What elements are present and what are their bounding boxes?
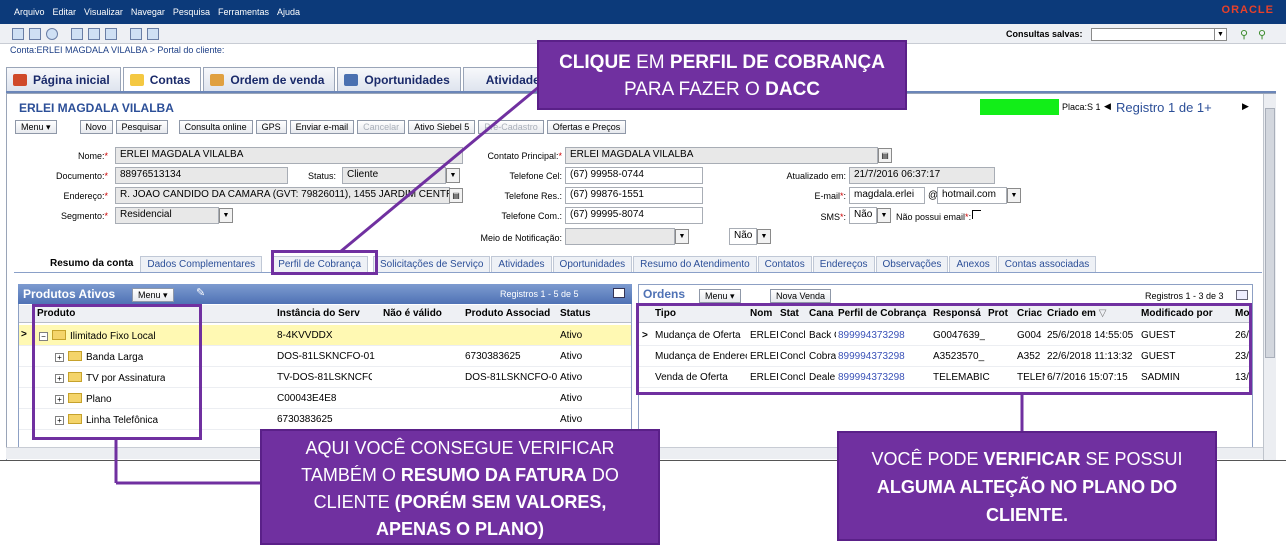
callout-text: SE POSSUI: [1080, 449, 1183, 469]
callout-resumo-fatura: AQUI VOCÊ CONSEGUE VERIFICAR TAMBÉM O RE…: [260, 429, 660, 545]
callout-text: EM: [630, 52, 670, 73]
callout-line: VOCÊ PODE VERIFICAR SE POSSUI: [839, 445, 1215, 473]
callout-text: VERIFICAR: [983, 449, 1081, 469]
callout-line: ALGUMA ALTEÇÃO NO PLANO DO: [839, 473, 1215, 501]
callout-perfil-cobranca: CLIQUE EM PERFIL DE COBRANÇA PARA FAZER …: [537, 40, 907, 110]
callout-text: (PORÉM SEM VALORES,: [394, 492, 607, 512]
callout-line: CLIENTE (PORÉM SEM VALORES,: [262, 489, 658, 516]
callout-text: PARA FAZER O: [623, 79, 766, 100]
callout-line: TAMBÉM O RESUMO DA FATURA DO: [262, 462, 658, 489]
callout-text: RESUMO DA FATURA: [400, 465, 587, 485]
callout-text: TAMBÉM O: [301, 465, 401, 485]
callout-line: APENAS O PLANO): [262, 516, 658, 543]
callout-line: CLIENTE.: [839, 501, 1215, 529]
connector-line-1: [339, 84, 541, 254]
callout-text: DACC: [765, 79, 821, 100]
callout-text: ALGUMA ALTEÇÃO NO PLANO DO: [876, 477, 1178, 497]
callout-line: CLIQUE EM PERFIL DE COBRANÇA: [539, 49, 905, 76]
callout-text: PERFIL DE COBRANÇA: [669, 52, 885, 73]
callout-text: CLIENTE: [313, 492, 395, 512]
callout-verificar-plano: VOCÊ PODE VERIFICAR SE POSSUI ALGUMA ALT…: [837, 431, 1217, 541]
callout-line: PARA FAZER O DACC: [539, 76, 905, 103]
callout-text: DO: [586, 465, 619, 485]
callout-text: CLIENTE.: [985, 505, 1068, 525]
callout-text: VOCÊ PODE: [871, 449, 984, 469]
callout-text: APENAS O PLANO): [375, 519, 544, 539]
callout-text: CLIQUE: [559, 52, 631, 73]
callout-line: AQUI VOCÊ CONSEGUE VERIFICAR: [305, 438, 615, 458]
